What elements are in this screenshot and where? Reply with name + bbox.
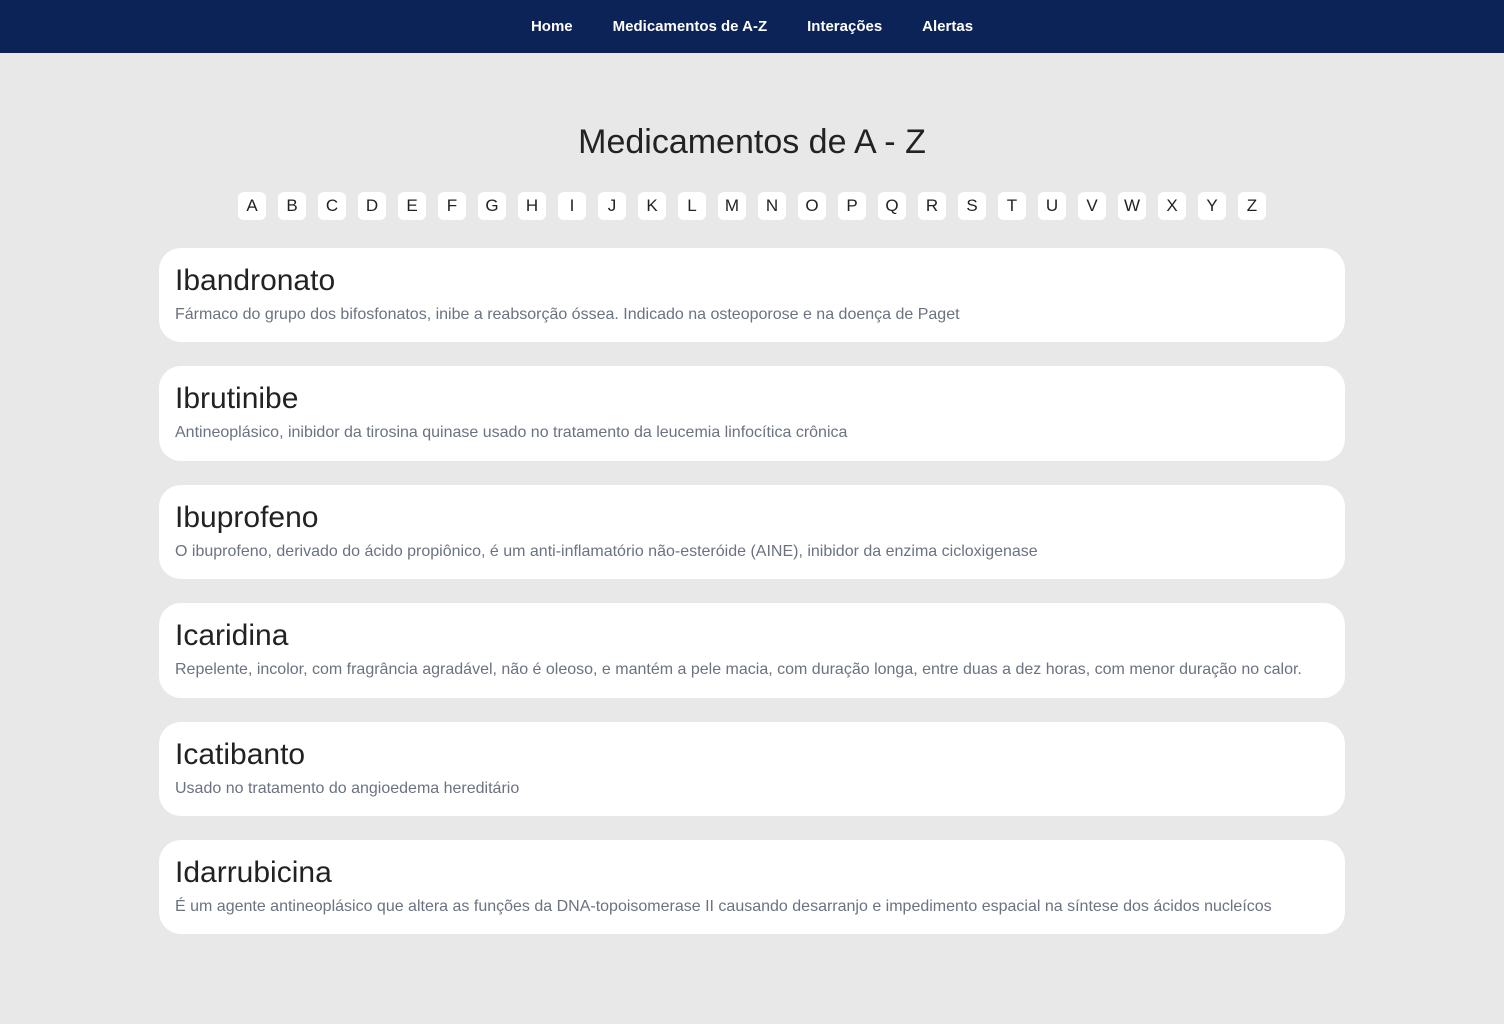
letter-btn-g[interactable]: G [478,192,506,220]
medication-name: Idarrubicina [175,856,1329,890]
letter-btn-o[interactable]: O [798,192,826,220]
letter-btn-h[interactable]: H [518,192,546,220]
letter-btn-i[interactable]: I [558,192,586,220]
medication-card[interactable]: Ibandronato Fármaco do grupo dos bifosfo… [159,248,1345,342]
medication-list: Ibandronato Fármaco do grupo dos bifosfo… [159,248,1345,934]
medication-description: Fármaco do grupo dos bifosfonatos, inibe… [175,304,1329,326]
nav-link-alertas[interactable]: Alertas [922,18,973,35]
medication-name: Icatibanto [175,738,1329,772]
medication-description: O ibuprofeno, derivado do ácido propiôni… [175,541,1329,563]
nav-link-home[interactable]: Home [531,18,573,35]
medication-description: Repelente, incolor, com fragrância agrad… [175,659,1329,681]
medication-card[interactable]: Icaridina Repelente, incolor, com fragrâ… [159,603,1345,697]
letter-btn-v[interactable]: V [1078,192,1106,220]
letter-btn-l[interactable]: L [678,192,706,220]
medication-description: Usado no tratamento do angioedema heredi… [175,778,1329,800]
medication-card[interactable]: Idarrubicina É um agente antineoplásico … [159,840,1345,934]
letter-btn-b[interactable]: B [278,192,306,220]
medication-name: Icaridina [175,619,1329,653]
letter-btn-t[interactable]: T [998,192,1026,220]
alphabet-nav: A B C D E F G H I J K L M N O P Q R S T … [159,192,1345,220]
letter-btn-k[interactable]: K [638,192,666,220]
letter-btn-x[interactable]: X [1158,192,1186,220]
letter-btn-j[interactable]: J [598,192,626,220]
letter-btn-d[interactable]: D [358,192,386,220]
medication-name: Ibuprofeno [175,501,1329,535]
letter-btn-f[interactable]: F [438,192,466,220]
letter-btn-q[interactable]: Q [878,192,906,220]
letter-btn-e[interactable]: E [398,192,426,220]
medication-description: É um agente antineoplásico que altera as… [175,896,1329,918]
letter-btn-m[interactable]: M [718,192,746,220]
medication-name: Ibandronato [175,264,1329,298]
medication-description: Antineoplásico, inibidor da tirosina qui… [175,422,1329,444]
letter-btn-u[interactable]: U [1038,192,1066,220]
letter-btn-y[interactable]: Y [1198,192,1226,220]
medication-card[interactable]: Ibrutinibe Antineoplásico, inibidor da t… [159,366,1345,460]
letter-btn-s[interactable]: S [958,192,986,220]
letter-btn-r[interactable]: R [918,192,946,220]
medication-name: Ibrutinibe [175,382,1329,416]
letter-btn-w[interactable]: W [1118,192,1146,220]
medication-card[interactable]: Icatibanto Usado no tratamento do angioe… [159,722,1345,816]
page-title: Medicamentos de A - Z [159,123,1345,162]
nav-link-medicamentos[interactable]: Medicamentos de A-Z [613,18,767,35]
letter-btn-c[interactable]: C [318,192,346,220]
letter-btn-p[interactable]: P [838,192,866,220]
nav-link-interacoes[interactable]: Interações [807,18,882,35]
top-navbar: Home Medicamentos de A-Z Interações Aler… [0,0,1504,53]
letter-btn-n[interactable]: N [758,192,786,220]
medication-card[interactable]: Ibuprofeno O ibuprofeno, derivado do áci… [159,485,1345,579]
letter-btn-a[interactable]: A [238,192,266,220]
letter-btn-z[interactable]: Z [1238,192,1266,220]
